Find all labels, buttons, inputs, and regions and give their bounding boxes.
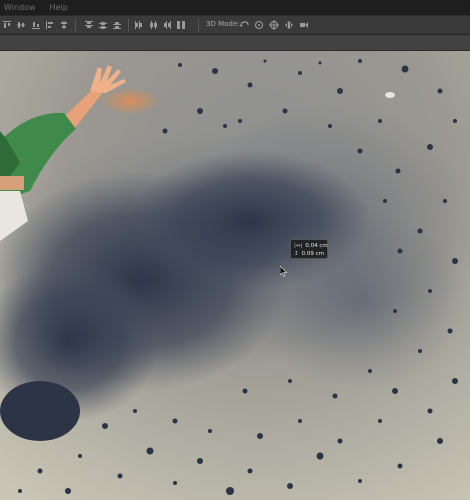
menu-item-window[interactable]: Window <box>4 3 36 12</box>
width-value: 0.04 cm <box>305 243 328 249</box>
align-vcenter-icon[interactable] <box>16 20 26 30</box>
transform-readout-tooltip: |↔| 0.04 cm ↕ 0.09 cm <box>290 239 328 259</box>
slide-3d-icon[interactable] <box>284 20 294 30</box>
width-label: |↔| <box>294 243 303 249</box>
distribute-bottom-icon[interactable] <box>112 20 122 30</box>
document-tab-bar <box>0 35 470 51</box>
image-canvas[interactable]: |↔| 0.04 cm ↕ 0.09 cm <box>0 51 470 500</box>
menu-bar: Window Help <box>0 0 470 15</box>
align-bottom-icon[interactable] <box>31 20 41 30</box>
auto-align-icon[interactable] <box>176 20 186 30</box>
roll-3d-icon[interactable] <box>254 20 264 30</box>
align-hcenter-icon[interactable] <box>59 20 69 30</box>
height-label: ↕ <box>294 251 299 257</box>
mouse-pointer-icon <box>280 266 288 277</box>
align-top-icon[interactable] <box>2 20 12 30</box>
height-value: 0.09 cm <box>301 251 324 257</box>
3d-mode-label: 3D Mode: <box>206 20 240 28</box>
distribute-hcenter-icon[interactable] <box>148 20 158 30</box>
distribute-vcenter-icon[interactable] <box>98 20 108 30</box>
toolbar-separator <box>198 19 199 32</box>
toolbar-separator <box>128 19 129 32</box>
options-bar: 3D Mode: <box>0 15 470 35</box>
distribute-left-icon[interactable] <box>134 20 144 30</box>
distribute-right-icon[interactable] <box>162 20 172 30</box>
rotate-3d-icon[interactable] <box>239 20 249 30</box>
toolbar-separator <box>75 19 76 32</box>
scale-3d-icon[interactable] <box>299 20 309 30</box>
align-left-icon[interactable] <box>45 20 55 30</box>
canvas-image <box>0 51 470 500</box>
menu-item-help[interactable]: Help <box>50 3 68 12</box>
distribute-top-icon[interactable] <box>84 20 94 30</box>
drag-3d-icon[interactable] <box>269 20 279 30</box>
